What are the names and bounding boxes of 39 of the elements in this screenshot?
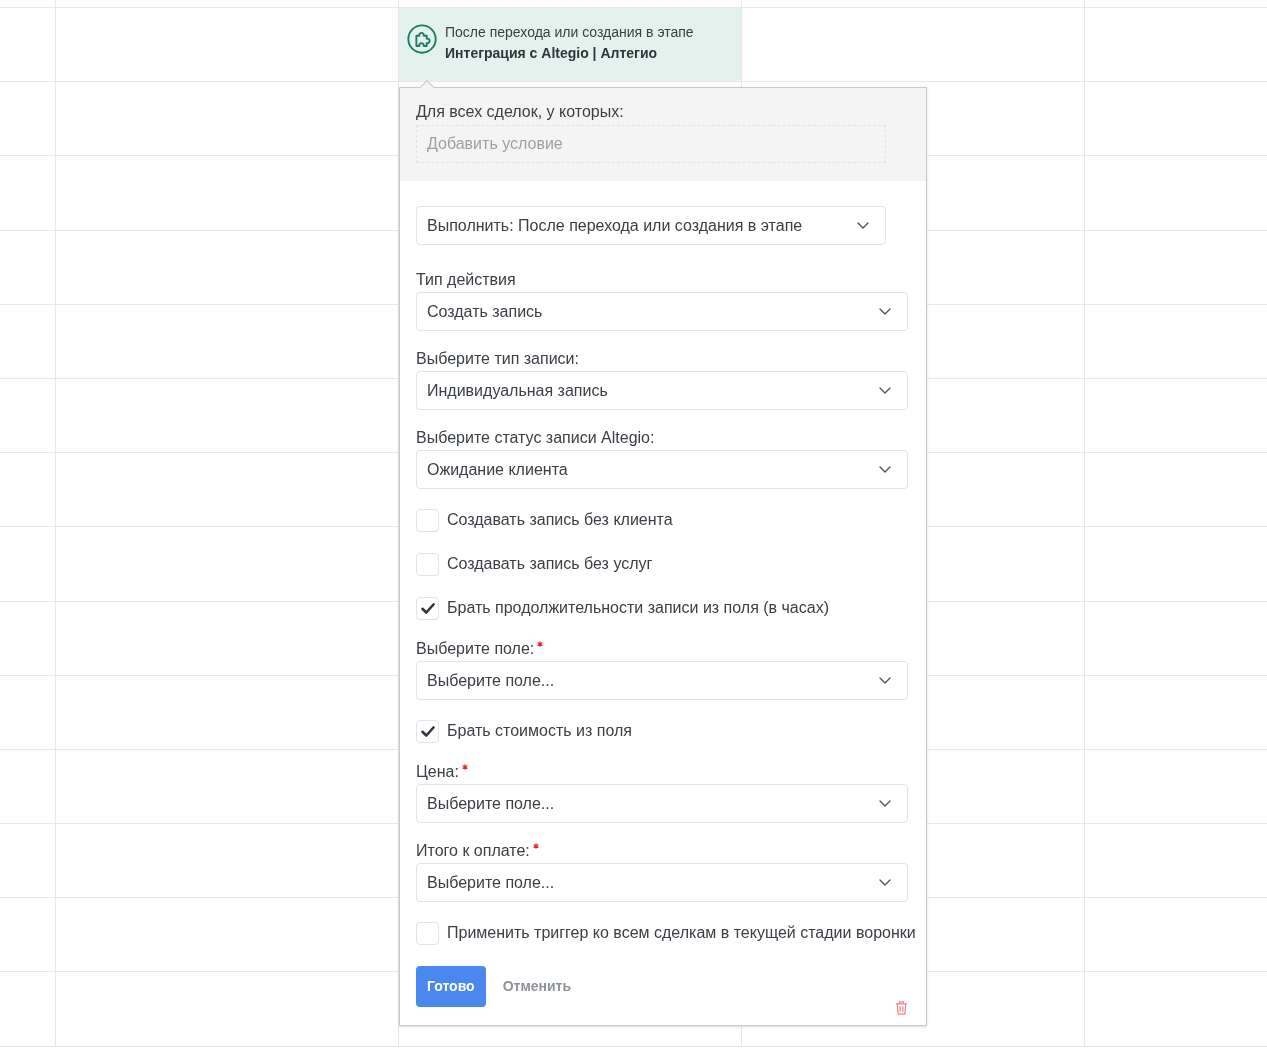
trash-icon[interactable]	[895, 1000, 908, 1016]
dropdown[interactable]: Создать запись	[416, 292, 908, 331]
chevron-down-icon	[879, 308, 891, 315]
checkbox-label: Брать стоимость из поля	[447, 721, 632, 741]
trigger-card[interactable]: После перехода или создания в этапе Интеграция с Altegio | Алтегио	[399, 8, 742, 83]
chevron-down-icon	[879, 466, 891, 473]
checkmark-icon	[420, 602, 435, 614]
checkbox[interactable]	[416, 719, 439, 743]
checkbox-label: Создавать запись без услуг	[447, 554, 653, 574]
chevron-down-icon	[879, 387, 891, 394]
checkbox-label: Создавать запись без клиента	[447, 510, 673, 530]
conditions-label: Для всех сделок, у которых:	[416, 102, 624, 122]
checkbox[interactable]	[416, 552, 439, 576]
execute-dropdown[interactable]: Выполнить: После перехода или создания в этапе	[416, 206, 886, 245]
field-label: Выберите поле:	[416, 639, 535, 659]
field-label: Итого к оплате:	[416, 841, 530, 861]
dropdown[interactable]: Индивидуальная запись	[416, 371, 908, 410]
field-label: Цена:	[416, 762, 459, 782]
field-label: Выберите тип записи:	[416, 349, 579, 369]
dropdown[interactable]: Выберите поле...	[416, 784, 908, 823]
chevron-down-icon	[879, 879, 891, 886]
checkbox[interactable]	[416, 596, 439, 620]
field-label: Тип действия	[416, 270, 516, 290]
checkbox-label: Применить триггер ко всем сделкам в текущей стадии воронки	[447, 923, 916, 943]
dropdown[interactable]: Выберите поле...	[416, 863, 908, 902]
checkbox[interactable]	[416, 508, 439, 532]
dropdown[interactable]: Выберите поле...	[416, 661, 908, 700]
checkbox[interactable]	[416, 921, 439, 945]
trigger-caption: После перехода или создания в этапе	[445, 23, 694, 42]
checkmark-icon	[420, 725, 435, 737]
dropdown[interactable]: Ожидание клиента	[416, 450, 908, 489]
field-label: Выберите статус записи Altegio:	[416, 428, 655, 448]
trigger-title: Интеграция с Altegio | Алтегио	[445, 44, 659, 63]
puzzle-icon	[407, 24, 437, 54]
chevron-down-icon	[879, 677, 891, 684]
chevron-down-icon	[857, 222, 869, 229]
add-condition-field[interactable]: Добавить условие	[416, 125, 886, 163]
checkbox-label: Брать продолжительности записи из поля (в часах)	[447, 598, 829, 618]
chevron-down-icon	[879, 800, 891, 807]
